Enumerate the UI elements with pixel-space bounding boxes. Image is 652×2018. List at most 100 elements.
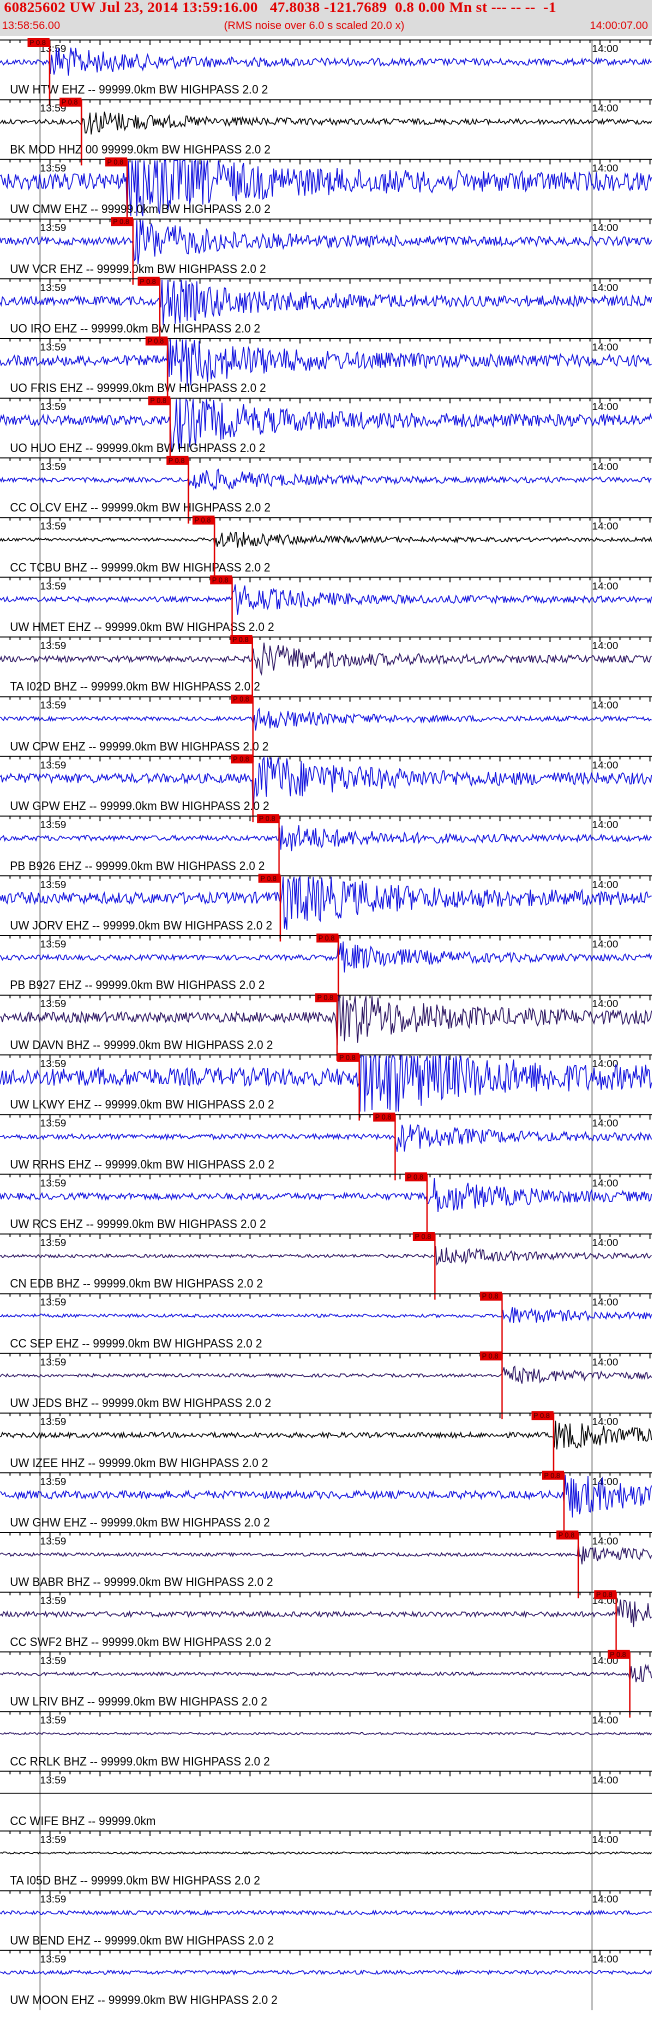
time-label-1359: 13:59 xyxy=(40,521,66,533)
waveform xyxy=(0,1851,652,1855)
pick-label: P 0.8 xyxy=(195,518,211,525)
pick-label: P 0.8 xyxy=(610,1652,626,1659)
station-label: UW GPW EHZ -- 99999.0km BW HIGHPASS 2.0 … xyxy=(10,801,269,813)
time-label-1359: 13:59 xyxy=(40,1058,66,1070)
time-label-1400: 14:00 xyxy=(592,1297,618,1309)
time-label-1400: 14:00 xyxy=(592,1118,618,1130)
trace-row: 13:59 14:00 UW GHW EHZ -- 99999.0km BW HIG… xyxy=(0,1470,652,1539)
rms-note: (RMS noise over 6.0 s scaled 20.0 x) xyxy=(224,20,405,32)
station-label: UW MOON EHZ -- 99999.0km BW HIGHPASS 2.0… xyxy=(10,1995,278,2007)
pick-label: P 0.8 xyxy=(113,219,129,226)
trace-row: 13:59 14:00 PB B926 EHZ -- 99999.0km BW HI… xyxy=(0,814,652,882)
station-label: BK MOD HHZ 00 99999.0km BW HIGHPASS 2.0 … xyxy=(10,144,271,156)
waveform xyxy=(0,584,652,615)
trace-row: 13:59 14:00 UW BABR BHZ -- 99999.0km BW HI… xyxy=(0,1530,652,1599)
waveform xyxy=(0,995,652,1046)
trace-row: 13:59 14:00 UW RCS EHZ -- 99999.0km BW HIG… xyxy=(0,1172,652,1240)
waveform xyxy=(0,47,652,76)
time-label-1359: 13:59 xyxy=(40,461,66,473)
station-label: UW HMET EHZ -- 99999.0km BW HIGHPASS 2.0… xyxy=(10,622,274,634)
time-label-1359: 13:59 xyxy=(40,1715,66,1727)
pick-label: P 0.8 xyxy=(482,1353,498,1360)
trace-row: 13:59 14:00 UW DAVN BHZ -- 99999.0km BW HI… xyxy=(0,993,652,1061)
time-label-1359: 13:59 xyxy=(40,1536,66,1548)
time-label-1400: 14:00 xyxy=(592,342,618,354)
time-label-1400: 14:00 xyxy=(592,1416,618,1428)
time-label-1400: 14:00 xyxy=(592,521,618,533)
time-label-1400: 14:00 xyxy=(592,1715,618,1727)
station-label: CC SWF2 BHZ -- 99999.0km BW HIGHPASS 2.0… xyxy=(10,1637,271,1649)
waveform xyxy=(0,1544,652,1565)
waveform xyxy=(0,220,652,265)
time-label-1400: 14:00 xyxy=(592,1237,618,1249)
time-label-1400: 14:00 xyxy=(592,1356,618,1368)
time-label-1359: 13:59 xyxy=(40,1595,66,1607)
station-label: CC RRLK BHZ -- 99999.0km BW HIGHPASS 2.0… xyxy=(10,1756,270,1768)
time-label-1359: 13:59 xyxy=(40,1118,66,1130)
time-label-1359: 13:59 xyxy=(40,1894,66,1906)
trace-row: 13:59 14:00 UW IZEE HHZ -- 99999.0km BW HI… xyxy=(0,1411,652,1479)
waveform xyxy=(0,1909,652,1916)
trace-row: 13:59 14:00 UW VCR EHZ -- 99999.0km BW HIG… xyxy=(0,217,652,285)
station-label: UO HUO EHZ -- 99999.0km BW HIGHPASS 2.0 … xyxy=(10,443,265,455)
waveform xyxy=(0,111,652,135)
pick-label: P 0.8 xyxy=(233,697,249,704)
trace-row: 13:59 14:00 UW RRHS EHZ -- 99999.0km BW HI… xyxy=(0,1112,652,1181)
trace-row: 13:59 14:00 UW MOON EHZ -- 99999.0km BW HI… xyxy=(0,1949,652,2011)
time-label-1359: 13:59 xyxy=(40,759,66,771)
station-label: CC OLCV EHZ -- 99999.0km BW HIGHPASS 2.0… xyxy=(10,503,271,515)
time-label-1359: 13:59 xyxy=(40,998,66,1010)
pick-label: P 0.8 xyxy=(544,1473,560,1480)
waveform xyxy=(0,1177,652,1213)
trace-row: 13:59 14:00 UO HUO EHZ -- 99999.0km BW HIG… xyxy=(0,396,652,464)
time-label-1400: 14:00 xyxy=(592,1774,618,1786)
station-label: UW LRIV BHZ -- 99999.0km BW HIGHPASS 2.0… xyxy=(10,1697,267,1709)
time-label-1400: 14:00 xyxy=(592,1834,618,1846)
time-label-1400: 14:00 xyxy=(592,640,618,652)
pick-label: P 0.8 xyxy=(407,1174,423,1181)
pick-label: P 0.8 xyxy=(558,1533,574,1540)
trace-row: 13:59 14:00 UW JEDS BHZ -- 99999.0km BW HI… xyxy=(0,1351,652,1420)
time-label-1359: 13:59 xyxy=(40,1834,66,1846)
station-label: UW DAVN BHZ -- 99999.0km BW HIGHPASS 2.0… xyxy=(10,1040,273,1052)
trace-row: 13:59 14:00 CC OLCV EHZ -- 99999.0km BW HI… xyxy=(0,455,652,524)
trace-row: 13:59 14:00 UW LKWY EHZ -- 99999.0km BW HI… xyxy=(0,1052,652,1121)
start-time: 13:58:56.00 xyxy=(2,20,61,32)
time-label-1359: 13:59 xyxy=(40,1655,66,1667)
trace-row: 13:59 14:00 CC SEP EHZ -- 99999.0km BW HIG… xyxy=(0,1291,652,1360)
time-label-1359: 13:59 xyxy=(40,700,66,712)
station-label: CC TCBU BHZ -- 99999.0km BW HIGHPASS 2.0… xyxy=(10,562,270,574)
trace-row: 13:59 14:00 UW HMET EHZ -- 99999.0km BW HI… xyxy=(0,575,652,643)
time-label-1400: 14:00 xyxy=(592,103,618,115)
station-label: PB B927 EHZ -- 99999.0km BW HIGHPASS 2.0… xyxy=(10,980,265,992)
trace-row: 13:59 14:00 UW BEND EHZ -- 99999.0km BW HI… xyxy=(0,1890,652,1951)
trace-row: 13:59 14:00 CC WIFE BHZ -- 99999.0km xyxy=(0,1770,652,1831)
time-label-1400: 14:00 xyxy=(592,580,618,592)
time-label-1359: 13:59 xyxy=(40,1177,66,1189)
time-label-1400: 14:00 xyxy=(592,222,618,234)
station-label: UW JORV EHZ -- 99999.0km BW HIGHPASS 2.0… xyxy=(10,921,272,933)
pick-label: P 0.8 xyxy=(107,159,123,166)
station-label: UW CMW EHZ -- 99999.0km BW HIGHPASS 2.0 … xyxy=(10,204,271,216)
time-label-1400: 14:00 xyxy=(592,43,618,55)
waveform xyxy=(0,1731,652,1736)
pick-label: P 0.8 xyxy=(259,816,275,823)
station-label: TA I02D BHZ -- 99999.0km BW HIGHPASS 2.0… xyxy=(10,682,260,694)
pick-label: P 0.8 xyxy=(148,339,164,346)
time-label-1400: 14:00 xyxy=(592,401,618,413)
station-label: UW CPW EHZ -- 99999.0km BW HIGHPASS 2.0 … xyxy=(10,741,269,753)
station-label: TA I05D BHZ -- 99999.0km BW HIGHPASS 2.0… xyxy=(10,1876,260,1888)
station-label: UW BEND EHZ -- 99999.0km BW HIGHPASS 2.0… xyxy=(10,1935,274,1947)
time-label-1400: 14:00 xyxy=(592,819,618,831)
waveform xyxy=(0,1365,652,1384)
waveform xyxy=(0,339,652,387)
pick-label: P 0.8 xyxy=(62,100,78,107)
waveform xyxy=(0,279,652,326)
station-label: UW IZEE HHZ -- 99999.0km BW HIGHPASS 2.0… xyxy=(10,1458,268,1470)
trace-row: 13:59 14:00UW HTW EHZ -- 99999.0km BW HIG… xyxy=(0,38,652,106)
station-label: UW BABR BHZ -- 99999.0km BW HIGHPASS 2.0… xyxy=(10,1577,273,1589)
waveform xyxy=(0,825,652,852)
waveform xyxy=(0,1307,652,1324)
waveform xyxy=(0,1663,652,1683)
time-label-1359: 13:59 xyxy=(40,640,66,652)
